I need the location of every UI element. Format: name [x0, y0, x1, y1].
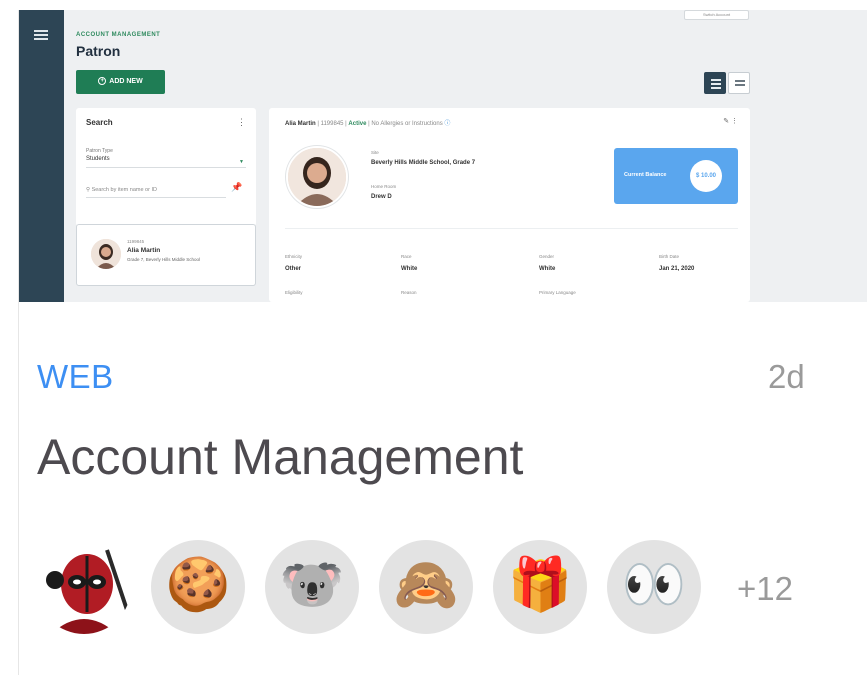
patron-detail-panel: Alia Martin | 1199845 | Active | No Alle… — [269, 108, 750, 302]
search-panel-title: Search — [86, 118, 113, 127]
page-title: Patron — [76, 43, 121, 59]
avatar[interactable]: 🐨 — [265, 540, 359, 634]
add-new-label: ADD NEW — [109, 78, 143, 85]
monkey-icon: 🙈 — [393, 556, 459, 614]
patron-avatar — [91, 239, 121, 269]
eyes-icon: 👀 — [621, 556, 687, 614]
divider — [285, 228, 738, 229]
ethnicity-value: Other — [285, 266, 302, 272]
search-placeholder: Search by item name or ID — [91, 187, 157, 193]
more-collaborators-count[interactable]: +12 — [737, 570, 793, 608]
patron-name: Alia Martin — [127, 247, 161, 254]
view-toggle — [704, 72, 750, 94]
patron-list-item[interactable]: 1199845 Alia Martin Grade 7, Beverly Hil… — [76, 224, 256, 286]
search-panel: Search ⋮ Patron Type Students ▼ ⚲ Search … — [76, 108, 256, 226]
detail-avatar — [286, 146, 348, 208]
edit-icon[interactable]: ✎ ⋮ — [723, 117, 738, 125]
platform-tag: WEB — [37, 358, 114, 395]
gift-icon: 🎁 — [507, 556, 573, 614]
collaborator-avatars: 🍪 🐨 🙈 🎁 👀 +12 — [37, 540, 817, 644]
eligibility-label: Eligibility — [285, 290, 303, 295]
avatar[interactable]: 🍪 — [151, 540, 245, 634]
detail-id: 1199845 — [320, 121, 344, 127]
reason-label: Reason — [401, 290, 417, 295]
grid-view-button[interactable] — [704, 72, 726, 94]
preview-thumbnail[interactable]: Switch Account ACCOUNT MANAGEMENT Patron… — [19, 10, 867, 302]
plus-icon: + — [98, 77, 107, 86]
balance-label: Current Balance — [624, 172, 667, 178]
balance-value: $ 10.00 — [690, 160, 722, 192]
chevron-down-icon: ▼ — [239, 159, 244, 165]
detail-header: Alia Martin | 1199845 | Active | No Alle… — [285, 121, 451, 127]
site-value: Beverly Hills Middle School, Grade 7 — [371, 160, 476, 166]
race-label: Race — [401, 254, 412, 259]
deadpool-avatar-icon — [37, 540, 131, 634]
menu-icon[interactable] — [34, 30, 48, 40]
patron-id: 1199845 — [127, 239, 145, 244]
kebab-menu-icon[interactable]: ⋮ — [237, 117, 246, 128]
avatar[interactable]: 🙈 — [379, 540, 473, 634]
birth-date-value: Jan 21, 2020 — [659, 266, 695, 272]
card-title[interactable]: Account Management — [37, 428, 523, 486]
birth-date-label: Birth Date — [659, 254, 680, 259]
cookie-icon: 🍪 — [165, 556, 231, 614]
patron-type-select[interactable]: Students ▼ — [86, 156, 246, 168]
info-icon[interactable]: ⓘ — [444, 121, 450, 127]
homeroom-value: Drew D — [371, 194, 392, 200]
race-value: White — [401, 266, 418, 272]
patron-subtitle: Grade 7, Beverly Hills Middle School — [127, 257, 201, 262]
koala-icon: 🐨 — [279, 556, 345, 614]
app-main-area: Switch Account ACCOUNT MANAGEMENT Patron… — [64, 10, 867, 302]
gender-value: White — [539, 266, 556, 272]
ethnicity-label: Ethnicity — [285, 254, 303, 259]
avatar[interactable]: 👀 — [607, 540, 701, 634]
breadcrumb: ACCOUNT MANAGEMENT — [76, 32, 161, 38]
pin-icon[interactable]: 📌 — [231, 182, 242, 193]
timestamp: 2d — [768, 358, 805, 395]
patron-search-input[interactable]: ⚲ Search by item name or ID — [86, 184, 226, 198]
avatar[interactable] — [37, 540, 131, 634]
patron-type-value: Students — [86, 156, 110, 162]
gender-label: Gender — [539, 254, 555, 259]
balance-card[interactable]: Current Balance $ 10.00 — [614, 148, 738, 204]
switch-account-chip[interactable]: Switch Account — [684, 10, 749, 20]
detail-name: Alia Martin — [285, 121, 316, 127]
avatar[interactable]: 🎁 — [493, 540, 587, 634]
list-view-button[interactable] — [728, 72, 750, 94]
app-sidebar-rail — [19, 10, 64, 302]
status-badge: Active — [348, 121, 367, 127]
allergy-note: No Allergies or Instructions — [371, 121, 443, 127]
add-new-button[interactable]: + ADD NEW — [76, 70, 165, 94]
primary-language-label: Primary Language — [539, 290, 576, 295]
site-label: Site — [371, 150, 379, 155]
homeroom-label: Home Room — [371, 184, 397, 189]
patron-type-label: Patron Type — [86, 148, 113, 154]
